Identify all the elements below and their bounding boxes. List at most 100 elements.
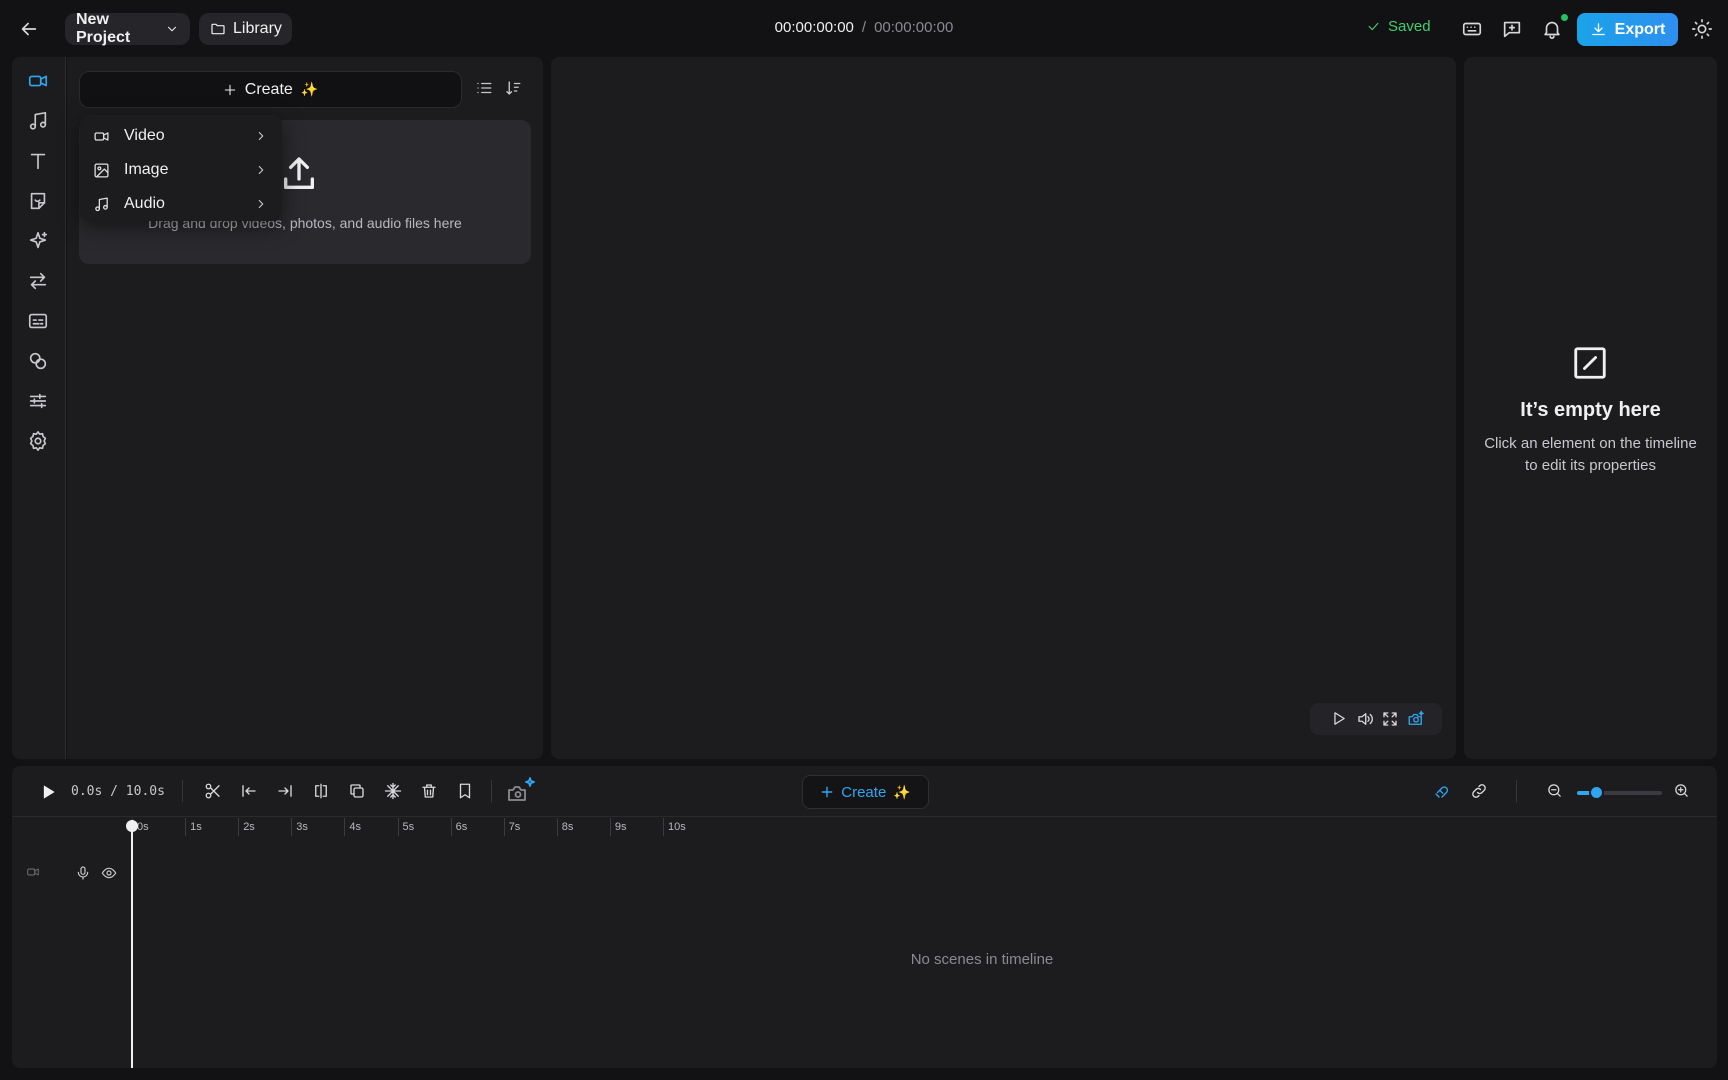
video-camera-icon: [93, 128, 110, 145]
timecode-current: 00:00:00:00: [774, 19, 854, 36]
menu-item-audio[interactable]: Audio: [80, 187, 282, 221]
sliders-icon: [27, 390, 51, 412]
keyboard-icon[interactable]: [1461, 18, 1483, 40]
sidebar-item-captions[interactable]: [27, 310, 51, 334]
trim-start-icon[interactable]: [240, 782, 259, 801]
timeline-ruler[interactable]: 0s 1s 2s 3s 4s 5s 6s 7s 8s 9s 10s: [132, 818, 732, 844]
sort-icon[interactable]: [504, 79, 524, 99]
chevron-right-icon: [254, 163, 268, 177]
create-button[interactable]: Create ✨: [79, 71, 462, 108]
timecode-total: 00:00:00:00: [874, 19, 954, 36]
sidebar-item-stickers[interactable]: [27, 190, 51, 214]
ruler-tick: 3s: [291, 818, 308, 836]
plus-icon: [223, 83, 237, 97]
list-view-icon[interactable]: [475, 79, 495, 99]
split-icon[interactable]: [312, 782, 331, 801]
text-icon: [27, 150, 51, 172]
empty-state-subtitle: Click an element on the timeline to edit…: [1484, 435, 1697, 474]
magnet-snap-icon[interactable]: [1433, 782, 1452, 801]
create-label: Create: [244, 80, 293, 98]
bell-icon[interactable]: [1541, 18, 1563, 40]
zoom-out-icon[interactable]: [1546, 782, 1565, 801]
link-icon[interactable]: [1470, 782, 1489, 801]
preview-canvas[interactable]: [551, 57, 1456, 759]
feedback-icon[interactable]: [1501, 18, 1523, 40]
ruler-tick: 4s: [344, 818, 361, 836]
properties-panel: It’s empty here Click an element on the …: [1464, 57, 1717, 759]
timeline-time-display: 0.0s / 10.0s: [71, 784, 165, 799]
timecode-separator: /: [861, 19, 867, 36]
chevron-right-icon: [254, 129, 268, 143]
export-button[interactable]: Export: [1577, 13, 1678, 46]
ruler-tick: 9s: [609, 818, 627, 836]
toolbar-divider: [1516, 780, 1517, 802]
trash-icon[interactable]: [420, 782, 439, 801]
trim-end-icon[interactable]: [276, 782, 295, 801]
empty-state-title: It’s empty here: [1520, 399, 1661, 421]
ai-camera-icon[interactable]: [1407, 710, 1425, 728]
timeline-create-label: Create: [841, 783, 887, 801]
filter-circles-icon: [27, 350, 51, 372]
ruler-tick: 8s: [556, 818, 573, 836]
transition-arrows-icon: [27, 270, 51, 292]
image-icon: [93, 162, 110, 179]
sidebar-item-adjust[interactable]: [27, 390, 51, 414]
playhead-handle[interactable]: [126, 820, 138, 832]
sparkle-icon: ✨: [893, 783, 911, 800]
create-menu: Video Image Audio: [80, 115, 282, 221]
menu-item-label: Video: [124, 127, 165, 144]
sidebar-item-settings[interactable]: [27, 430, 51, 454]
sparkles-icon: [27, 230, 51, 252]
gear-icon: [27, 430, 51, 452]
timeline-toolbar: 0.0s / 10.0s Create ✨: [12, 766, 1717, 817]
ruler-tick: 1s: [185, 818, 202, 836]
sidebar-item-effects[interactable]: [27, 230, 51, 254]
saved-label: Saved: [1388, 18, 1431, 35]
sidebar-item-transitions[interactable]: [27, 270, 51, 294]
zoom-in-icon[interactable]: [1673, 782, 1692, 801]
ruler-tick: 10s: [663, 818, 686, 836]
sidebar-item-video[interactable]: [27, 70, 51, 94]
play-icon[interactable]: [38, 782, 58, 802]
ruler-tick: 7s: [503, 818, 520, 836]
saved-status: Saved: [1366, 18, 1431, 35]
menu-item-video[interactable]: Video: [80, 119, 282, 153]
sidebar-rail: [12, 57, 66, 759]
eye-icon[interactable]: [101, 865, 117, 881]
play-icon[interactable]: [1330, 710, 1348, 728]
zoom-slider-knob[interactable]: [1589, 785, 1604, 800]
export-label: Export: [1614, 20, 1666, 38]
sun-theme-icon[interactable]: [1691, 18, 1713, 40]
music-note-icon: [93, 196, 110, 213]
sidebar-item-filters[interactable]: [27, 350, 51, 374]
download-icon: [1590, 21, 1607, 38]
fullscreen-icon[interactable]: [1381, 710, 1399, 728]
volume-icon[interactable]: [1356, 710, 1374, 728]
sidebar-item-text[interactable]: [27, 150, 51, 174]
timeline-empty-text: No scenes in timeline: [910, 951, 1054, 968]
toolbar-divider: [491, 780, 492, 802]
freeze-snowflake-icon[interactable]: [384, 782, 403, 801]
menu-item-label: Image: [124, 161, 169, 178]
ai-camera-icon[interactable]: [506, 776, 536, 804]
zoom-slider[interactable]: [1577, 785, 1662, 800]
sidebar-item-audio[interactable]: [27, 110, 51, 134]
top-bar: New Project Library 00:00:00:00/00:00:00…: [0, 0, 1728, 57]
menu-item-image[interactable]: Image: [80, 153, 282, 187]
video-track-icon: [26, 865, 42, 881]
upload-icon: [279, 154, 319, 194]
playhead[interactable]: [131, 820, 133, 1068]
menu-item-label: Audio: [124, 195, 165, 212]
ruler-tick: 2s: [238, 818, 255, 836]
captions-icon: [27, 310, 51, 332]
scissors-icon[interactable]: [204, 782, 223, 801]
music-note-icon: [27, 110, 51, 132]
toolbar-divider: [182, 780, 183, 802]
edit-square-icon: [1571, 344, 1609, 382]
timeline-create-button[interactable]: Create ✨: [802, 775, 929, 809]
bookmark-icon[interactable]: [456, 782, 475, 801]
video-camera-icon: [27, 70, 51, 92]
plus-icon: [820, 785, 834, 799]
duplicate-icon[interactable]: [348, 782, 367, 801]
microphone-icon[interactable]: [75, 865, 91, 881]
